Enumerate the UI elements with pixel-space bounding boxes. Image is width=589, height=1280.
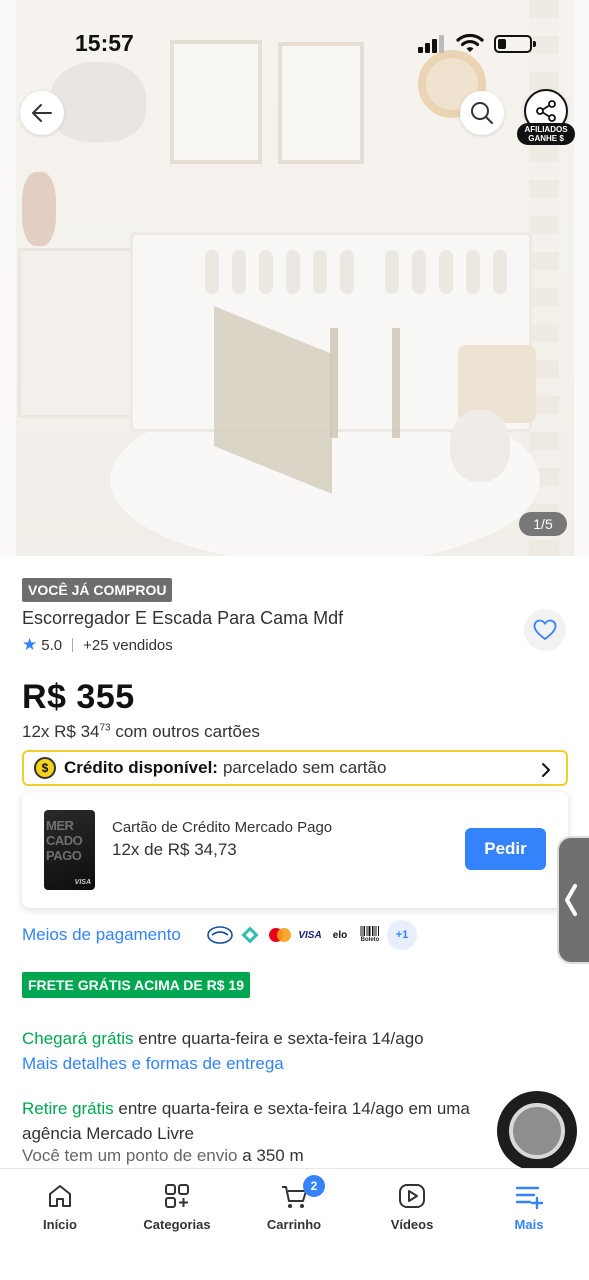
card-offer-title: Cartão de Crédito Mercado Pago xyxy=(112,819,333,836)
shipping-arrival: Chegará grátis entre quarta-feira e sext… xyxy=(22,1029,424,1048)
floating-assistive-button[interactable] xyxy=(497,1091,577,1171)
tab-categorias[interactable]: Categorias xyxy=(127,1181,227,1232)
credit-text: parcelado sem cartão xyxy=(222,758,387,777)
credit-card-image: MER CADO PAGO VISA xyxy=(44,810,95,890)
rating-value: 5.0 xyxy=(41,636,63,654)
tab-mais[interactable]: Mais xyxy=(479,1181,579,1232)
signal-icon xyxy=(418,35,444,53)
purchased-badge: VOCÊ JÁ COMPROU xyxy=(22,578,173,602)
price: R$ 355 xyxy=(22,678,135,716)
bottom-tab-bar: Início Categorias 2 Carrinho Vídeos Mais xyxy=(0,1168,589,1280)
credit-label: Crédito disponível: xyxy=(64,758,218,777)
coin-icon: $ xyxy=(34,757,56,779)
shelf-decor xyxy=(18,248,138,418)
arrow-left-icon xyxy=(32,104,52,122)
mastercard-icon xyxy=(267,922,293,948)
chevron-left-icon xyxy=(565,884,577,916)
battery-icon xyxy=(494,35,536,53)
installments: 12x R$ 3473 com outros cartões xyxy=(22,722,260,741)
more-payment-methods[interactable]: +1 xyxy=(387,920,417,950)
sold-count: +25 vendidos xyxy=(83,636,173,654)
stairs-photo xyxy=(330,328,400,438)
elo-icon: elo xyxy=(332,929,348,941)
tab-videos[interactable]: Vídeos xyxy=(362,1181,462,1232)
search-button[interactable] xyxy=(460,91,504,135)
cart-count-badge: 2 xyxy=(303,1175,325,1197)
search-icon xyxy=(471,102,493,124)
pickup-info: Retire grátis entre quarta-feira e sexta… xyxy=(22,1099,470,1143)
request-card-button[interactable]: Pedir xyxy=(465,828,546,870)
mercado-pago-card-offer: MER CADO PAGO VISA Cartão de Crédito Mer… xyxy=(22,792,568,908)
shipping-point-info: Você tem um ponto de envio a 350 m xyxy=(22,1146,304,1165)
credit-available-banner[interactable]: $ Crédito disponível: parcelado sem cart… xyxy=(22,750,568,786)
product-title: Escorregador E Escada Para Cama Mdf xyxy=(22,608,344,628)
payment-method-icons[interactable]: VISA elo Boleto +1 xyxy=(207,920,417,950)
free-shipping-badge: FRETE GRÁTIS ACIMA DE R$ 19 xyxy=(22,972,250,998)
video-icon xyxy=(399,1184,425,1208)
rating-row[interactable]: ★ 5.0 +25 vendidos xyxy=(22,635,173,655)
tab-inicio[interactable]: Início xyxy=(10,1181,110,1232)
favorite-button[interactable] xyxy=(524,609,566,651)
home-icon xyxy=(49,1185,71,1207)
visa-icon: VISA xyxy=(298,929,322,941)
status-bar: 15:57 xyxy=(0,0,589,88)
categories-icon xyxy=(165,1184,189,1208)
chevron-right-icon xyxy=(542,763,551,777)
status-time: 15:57 xyxy=(75,30,134,56)
image-counter: 1/5 xyxy=(519,512,567,536)
share-icon xyxy=(536,100,556,122)
afiliados-badge[interactable]: AFILIADOS GANHE $ xyxy=(517,123,575,145)
wifi-icon xyxy=(456,33,484,52)
card-offer-installments: 12x de R$ 34,73 xyxy=(112,840,237,859)
back-button[interactable] xyxy=(20,91,64,135)
tab-carrinho[interactable]: 2 Carrinho xyxy=(244,1175,344,1232)
boleto-icon: Boleto xyxy=(357,922,383,948)
side-drawer-handle[interactable] xyxy=(557,836,589,964)
star-icon: ★ xyxy=(22,635,38,654)
payment-methods-link[interactable]: Meios de pagamento xyxy=(22,925,181,945)
menu-plus-icon xyxy=(515,1186,544,1210)
shipping-details-link[interactable]: Mais detalhes e formas de entrega xyxy=(22,1054,284,1074)
pix-icon xyxy=(237,922,263,948)
mercado-pago-icon xyxy=(207,922,233,948)
heart-icon xyxy=(533,619,557,641)
